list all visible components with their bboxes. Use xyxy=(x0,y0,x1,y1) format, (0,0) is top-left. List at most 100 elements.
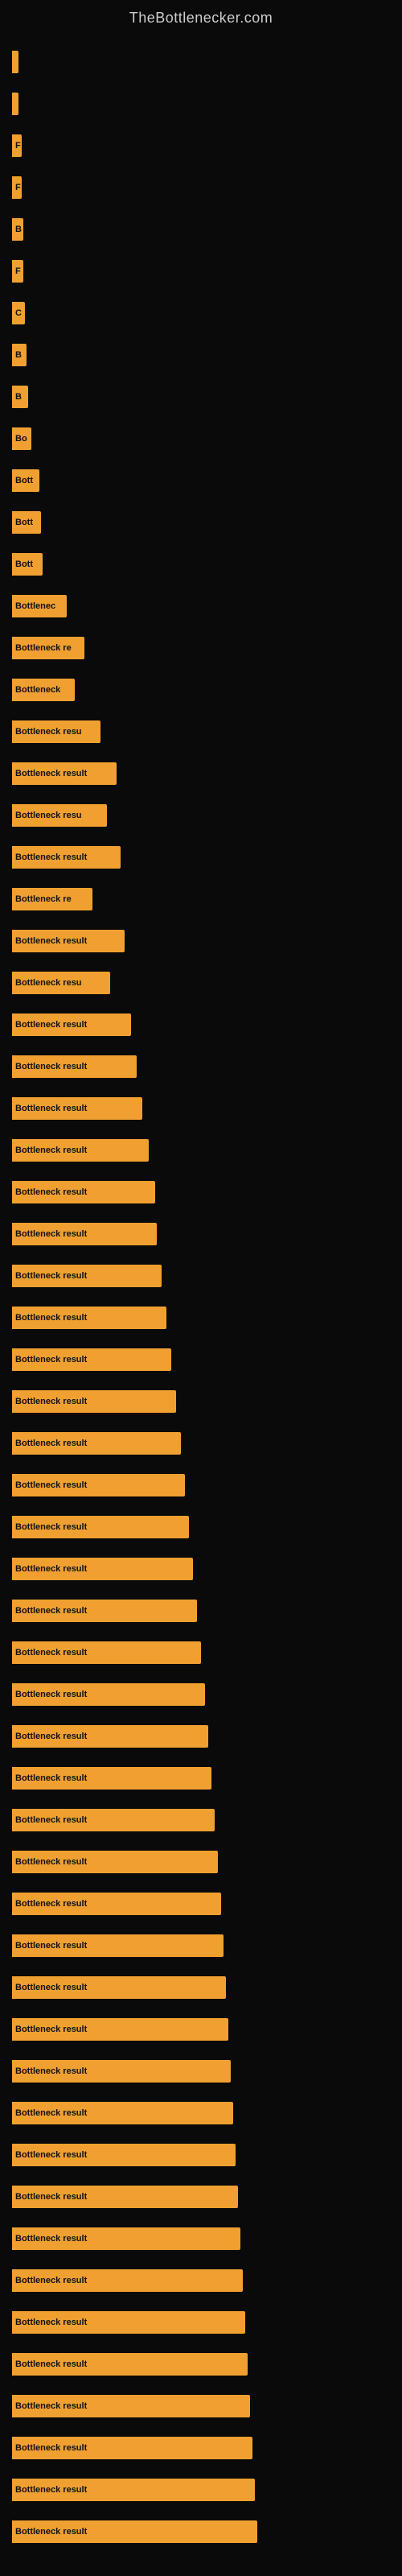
bar-label: Bottleneck result xyxy=(15,1648,87,1657)
bar-label: Bottleneck result xyxy=(15,2318,87,2327)
bar-label: Bottleneck re xyxy=(15,894,72,904)
bar-row: Bottleneck result xyxy=(12,1381,402,1422)
bar-label: Bottleneck result xyxy=(15,936,87,946)
bar-label: Bottleneck result xyxy=(15,1397,87,1406)
bar-row: B xyxy=(12,208,402,250)
bar-label: Bott xyxy=(15,518,33,527)
bar-row: B xyxy=(12,334,402,376)
bar-row: Bottleneck re xyxy=(12,627,402,669)
bar: B xyxy=(12,218,23,241)
bar: Bottlenec xyxy=(12,595,67,617)
bar-label: Bottleneck result xyxy=(15,1146,87,1155)
bar-label: Bottleneck result xyxy=(15,2401,87,2411)
bar: Bottleneck xyxy=(12,679,75,701)
bar: Bottleneck result xyxy=(12,1223,157,1245)
bar-label: Bottleneck resu xyxy=(15,978,82,988)
bar-row: Bottleneck result xyxy=(12,2218,402,2260)
bar: Bottleneck result xyxy=(12,2060,231,2083)
bar-row: Bottleneck result xyxy=(12,1046,402,1088)
bar: Bottleneck result xyxy=(12,1097,142,1120)
bar-label: Bottleneck result xyxy=(15,1815,87,1825)
bar-row: Bottleneck result xyxy=(12,1422,402,1464)
bar-label: Bottleneck result xyxy=(15,2234,87,2244)
bar: Bottleneck result xyxy=(12,2311,245,2334)
bar-label: F xyxy=(15,141,21,151)
bar-label: Bo xyxy=(15,434,27,444)
bar-row: Bottleneck result xyxy=(12,753,402,795)
bar-label: Bottleneck result xyxy=(15,1899,87,1909)
bar: C xyxy=(12,302,25,324)
bar-row xyxy=(12,83,402,125)
bar-row: Bottleneck result xyxy=(12,2050,402,2092)
bar-row: Bottleneck result xyxy=(12,1967,402,2008)
bar: Bottleneck result xyxy=(12,1432,181,1455)
bar-row: Bottleneck re xyxy=(12,878,402,920)
bar: B xyxy=(12,344,27,366)
bar: Bottleneck result xyxy=(12,2353,248,2376)
bar: Bottleneck result xyxy=(12,1976,226,1999)
bar-label: F xyxy=(15,266,21,276)
bar-label: Bottleneck result xyxy=(15,1355,87,1364)
bar: Bottleneck result xyxy=(12,1893,221,1915)
bar: Bottleneck result xyxy=(12,762,117,785)
bar-label: Bottleneck result xyxy=(15,2108,87,2118)
bar-row: Bottleneck result xyxy=(12,1213,402,1255)
bar-label: Bottleneck result xyxy=(15,2066,87,2076)
bar-label: Bottleneck result xyxy=(15,1941,87,1951)
bar-row: Bottleneck resu xyxy=(12,711,402,753)
bar-row: Bottleneck result xyxy=(12,2343,402,2385)
bar-label: Bottleneck result xyxy=(15,2150,87,2160)
bar: Bottleneck result xyxy=(12,1809,215,1831)
bar-label: Bottleneck result xyxy=(15,852,87,862)
bar-row: Bottleneck result xyxy=(12,1004,402,1046)
bar-row: Bottleneck result xyxy=(12,1297,402,1339)
bar-row: Bottleneck result xyxy=(12,1171,402,1213)
bar-row: Bottleneck result xyxy=(12,2385,402,2427)
bar-row: Bottleneck result xyxy=(12,1757,402,1799)
bar-row: Bottleneck result xyxy=(12,1255,402,1297)
bar: Bottleneck result xyxy=(12,2479,255,2501)
bar-label: Bott xyxy=(15,559,33,569)
bar: Bottleneck result xyxy=(12,2269,243,2292)
bar-row: Bottleneck resu xyxy=(12,795,402,836)
bar: Bottleneck result xyxy=(12,1934,224,1957)
bar-row: Bottleneck result xyxy=(12,2092,402,2134)
bar: Bottleneck result xyxy=(12,930,125,952)
bar-label: Bottleneck result xyxy=(15,1229,87,1239)
bar: F xyxy=(12,260,23,283)
bar-row: Bottleneck result xyxy=(12,1088,402,1129)
bar-row: Bottleneck result xyxy=(12,1339,402,1381)
bar: F xyxy=(12,134,22,157)
bar: Bottleneck result xyxy=(12,2395,250,2417)
bar: Bottleneck result xyxy=(12,2227,240,2250)
bar: Bottleneck result xyxy=(12,1474,185,1496)
bar-label: Bottleneck result xyxy=(15,1732,87,1741)
bar-label: Bottleneck result xyxy=(15,2276,87,2285)
bar-label: Bottleneck result xyxy=(15,1187,87,1197)
bar: Bottleneck result xyxy=(12,1181,155,1203)
bar: Bottleneck resu xyxy=(12,804,107,827)
bar-label: Bottleneck result xyxy=(15,1062,87,1071)
bar-row: Bottleneck result xyxy=(12,2134,402,2176)
bar: Bo xyxy=(12,427,31,450)
bar-row: Bottleneck result xyxy=(12,1883,402,1925)
bar: Bottleneck result xyxy=(12,1641,201,1664)
bar-label: Bottleneck result xyxy=(15,1439,87,1448)
bar-label: B xyxy=(15,392,22,402)
bar-row: Bottleneck result xyxy=(12,2469,402,2511)
bar: Bottleneck result xyxy=(12,2520,257,2543)
bar-label: Bottleneck result xyxy=(15,2527,87,2537)
bar-row: Bottleneck result xyxy=(12,2427,402,2469)
bar: Bottleneck result xyxy=(12,1390,176,1413)
bar: Bottleneck result xyxy=(12,1307,166,1329)
bar-row: Bottleneck result xyxy=(12,2260,402,2301)
bar-row: B xyxy=(12,376,402,418)
bar-row: Bottleneck xyxy=(12,669,402,711)
bar-row: Bott xyxy=(12,460,402,502)
bar: Bott xyxy=(12,469,39,492)
bar-label: Bottleneck result xyxy=(15,1480,87,1490)
bar-row: Bottleneck result xyxy=(12,1841,402,1883)
bar: Bottleneck result xyxy=(12,1725,208,1748)
bar xyxy=(12,93,18,115)
bar-row: Bo xyxy=(12,418,402,460)
